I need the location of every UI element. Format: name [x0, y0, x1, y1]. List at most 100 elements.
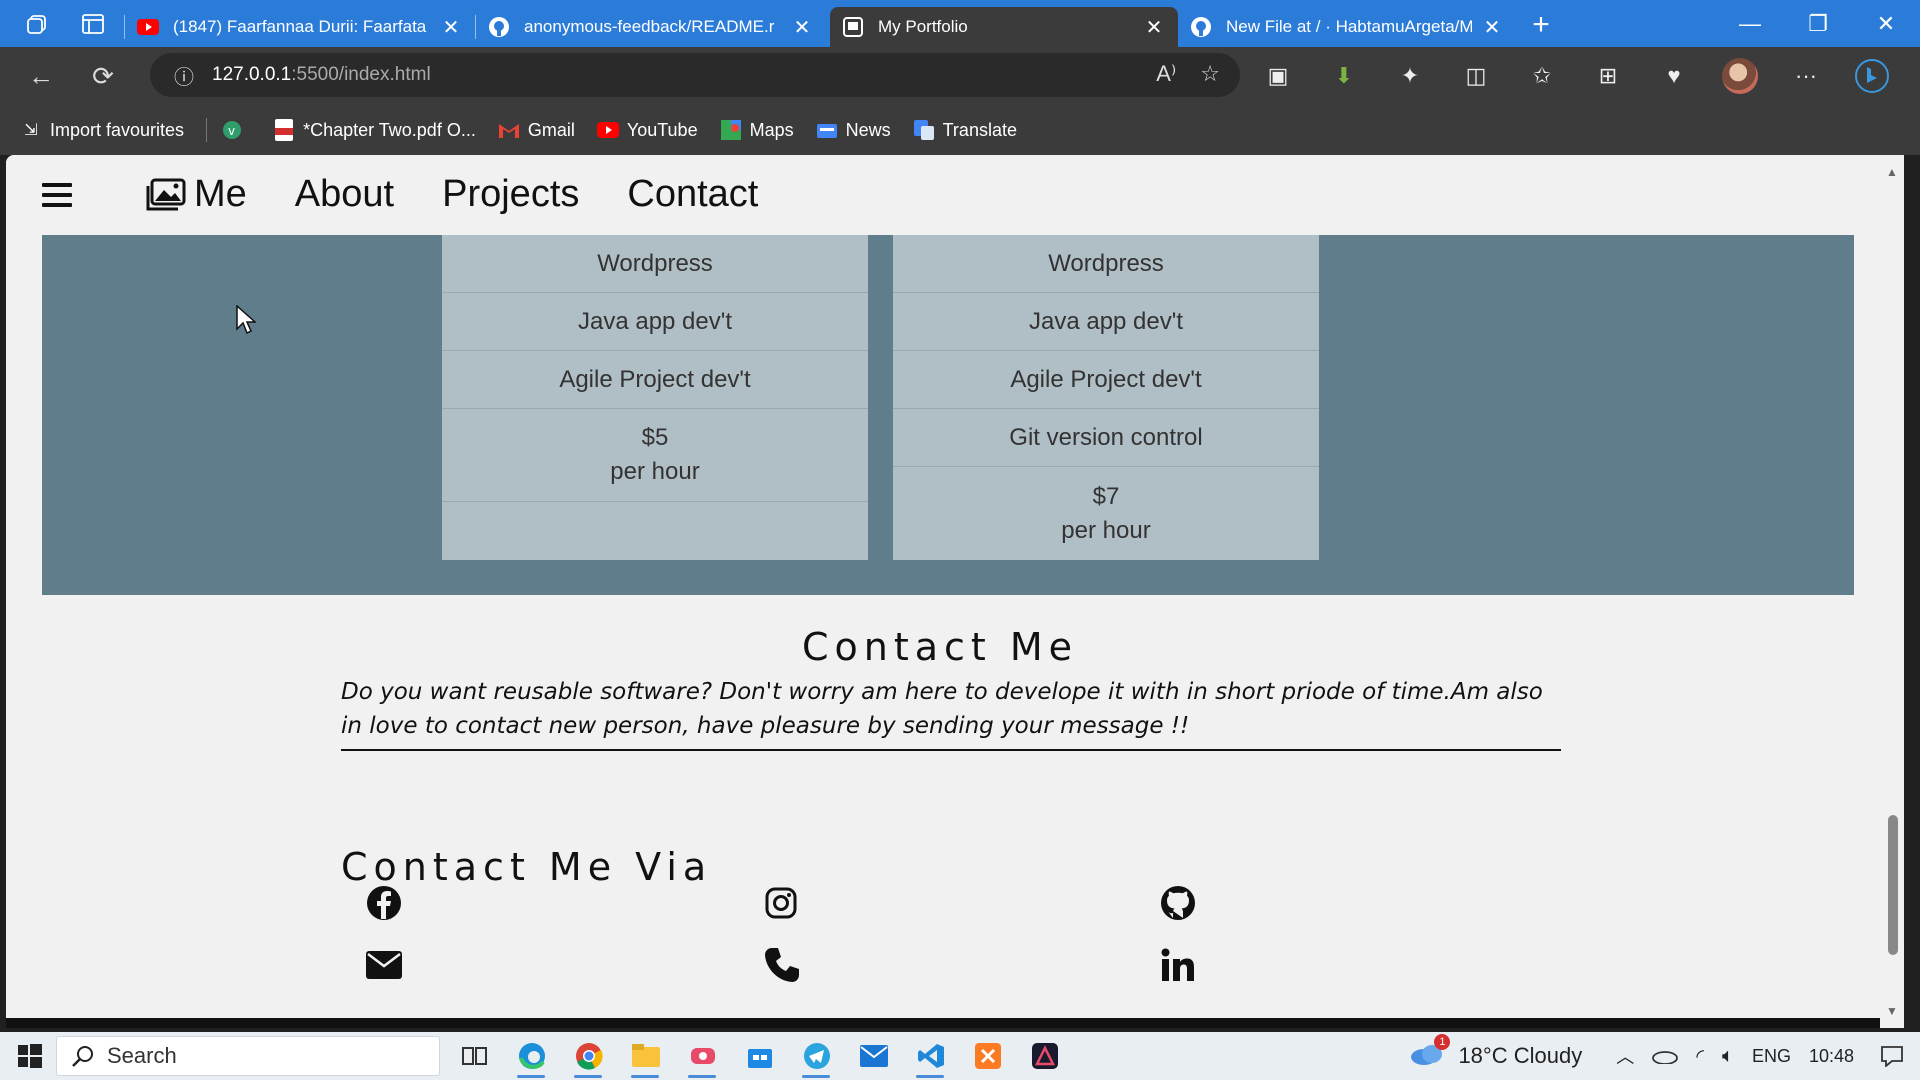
notifications-icon[interactable]	[1880, 1045, 1904, 1067]
store-icon[interactable]	[731, 1032, 788, 1080]
bookmark-chapter-two[interactable]: *Chapter Two.pdf O...	[273, 119, 476, 141]
footer-edge	[6, 1018, 1880, 1028]
tab-title: New File at / · HabtamuArgeta/M	[1226, 17, 1472, 36]
browser-tab-active[interactable]: My Portfolio ✕	[830, 7, 1178, 47]
extension-icon[interactable]: ▣	[1250, 52, 1306, 100]
weather-badge: 1	[1434, 1033, 1451, 1050]
scroll-down-icon[interactable]: ▼	[1886, 1004, 1898, 1018]
bookmark-gmail[interactable]: Gmail	[498, 119, 575, 141]
browser-essentials-icon[interactable]: ♥	[1646, 52, 1702, 100]
vscode-icon[interactable]	[902, 1032, 959, 1080]
language-indicator[interactable]: ENG	[1752, 1046, 1791, 1067]
bookmark-translate[interactable]: Translate	[913, 119, 1017, 141]
volume-icon[interactable]: 🔈︎	[1722, 1045, 1734, 1068]
onedrive-icon[interactable]	[1652, 1048, 1679, 1064]
download-icon[interactable]: ⬇	[1316, 52, 1372, 100]
favorite-star-icon[interactable]: ☆	[1200, 61, 1220, 87]
task-view-icon[interactable]	[446, 1032, 503, 1080]
chrome-icon[interactable]	[560, 1032, 617, 1080]
window-controls: — ❐ ✕	[1716, 0, 1920, 47]
browser-tab[interactable]: New File at / · HabtamuArgeta/M ✕	[1178, 7, 1516, 47]
bookmark-import-favourites[interactable]: ⇲ Import favourites	[20, 119, 184, 141]
tab-actions-icon[interactable]	[72, 3, 114, 45]
bookmark-news[interactable]: News	[816, 119, 891, 141]
pricing-price: $5 per hour	[442, 409, 868, 502]
address-bar[interactable]: ⓘ 127.0.0.1:5500/index.html A͏⁾ ☆	[150, 53, 1240, 97]
github-icon	[1190, 16, 1212, 38]
split-screen-icon[interactable]: ◫	[1448, 52, 1504, 100]
close-tab-icon[interactable]: ✕	[439, 15, 463, 40]
vivaldi-icon: v	[221, 119, 243, 141]
linkedin-icon[interactable]	[1158, 945, 1198, 985]
workspaces-icon[interactable]	[16, 3, 58, 45]
bookmark-maps[interactable]: Maps	[720, 119, 794, 141]
minimize-icon[interactable]: —	[1716, 0, 1784, 47]
bookmark-youtube[interactable]: YouTube	[596, 119, 698, 141]
scrollbar-thumb[interactable]	[1888, 815, 1898, 955]
bookmarks-bar: ⇲ Import favourites v *Chapter Two.pdf O.…	[0, 105, 1920, 155]
xampp-icon[interactable]	[959, 1032, 1016, 1080]
page-scrollbar[interactable]: ▲ ▼	[1880, 155, 1904, 1028]
pricing-price: $7 per hour	[893, 467, 1319, 560]
telegram-icon[interactable]	[788, 1032, 845, 1080]
weather-widget[interactable]: 1 18°C Cloudy	[1410, 1033, 1582, 1071]
read-aloud-icon[interactable]: A͏⁾	[1156, 61, 1176, 87]
nav-link-about[interactable]: About	[295, 173, 394, 216]
mouse-cursor-icon	[236, 305, 256, 335]
taskbar-apps	[446, 1032, 1073, 1080]
bookmark-vivaldi[interactable]: v	[221, 119, 251, 141]
nav-link-contact[interactable]: Contact	[627, 173, 758, 216]
pricing-feature: Agile Project dev't	[442, 351, 868, 409]
close-tab-icon[interactable]: ✕	[790, 15, 814, 40]
mail-icon[interactable]	[845, 1032, 902, 1080]
email-icon[interactable]	[364, 945, 404, 985]
translate-icon	[913, 119, 935, 141]
chevron-up-icon[interactable]: ︿	[1616, 1043, 1634, 1069]
browser-tab-bar: (1847) Faarfannaa Durii: Faarfata ✕ anon…	[0, 0, 1920, 47]
browser-tab[interactable]: (1847) Faarfannaa Durii: Faarfata ✕	[125, 7, 475, 47]
more-menu-icon[interactable]: ···	[1778, 52, 1834, 100]
close-tab-icon[interactable]: ✕	[1480, 15, 1504, 40]
edge-icon[interactable]	[503, 1032, 560, 1080]
close-tab-icon[interactable]: ✕	[1142, 15, 1166, 40]
cloud-icon: 1	[1410, 1033, 1451, 1071]
affinity-icon[interactable]	[1016, 1032, 1073, 1080]
back-icon[interactable]: ←	[10, 52, 72, 100]
favorites-icon[interactable]: ✩	[1514, 52, 1570, 100]
screen-recorder-icon[interactable]	[674, 1032, 731, 1080]
browser-tab[interactable]: anonymous-feedback/README.r ✕	[476, 7, 826, 47]
collections-icon[interactable]: ⊞	[1580, 52, 1636, 100]
clock[interactable]: 10:48	[1809, 1046, 1854, 1067]
extensions-icon[interactable]: ✦	[1382, 52, 1438, 100]
taskbar-search-input[interactable]: Search	[56, 1036, 440, 1076]
site-info-icon[interactable]: ⓘ	[174, 61, 194, 90]
facebook-icon[interactable]	[364, 883, 404, 923]
youtube-icon	[137, 16, 159, 38]
pricing-feature: Wordpress	[893, 235, 1319, 293]
price-amount: $5	[641, 424, 669, 451]
nav-link-projects[interactable]: Projects	[442, 173, 579, 216]
nav-brand-me[interactable]: Me	[146, 173, 247, 216]
pricing-feature: Wordpress	[442, 235, 868, 293]
profile-avatar[interactable]	[1712, 52, 1768, 100]
file-explorer-icon[interactable]	[617, 1032, 674, 1080]
bing-copilot-icon[interactable]	[1844, 52, 1900, 100]
nav-brand-label: Me	[194, 173, 247, 215]
refresh-icon[interactable]: ⟳	[72, 52, 134, 100]
new-tab-button[interactable]: +	[1516, 8, 1566, 42]
gallery-icon	[146, 178, 186, 210]
hamburger-menu-icon[interactable]	[42, 183, 72, 213]
instagram-icon[interactable]	[761, 883, 801, 923]
github-icon[interactable]	[1158, 883, 1198, 923]
pricing-section: Wordpress Java app dev't Agile Project d…	[42, 235, 1854, 595]
wifi-icon[interactable]: ◜	[1696, 1044, 1704, 1069]
phone-icon[interactable]	[762, 945, 802, 985]
pdf-icon	[273, 119, 295, 141]
close-window-icon[interactable]: ✕	[1852, 0, 1920, 47]
scroll-up-icon[interactable]: ▲	[1886, 165, 1898, 179]
github-icon	[488, 16, 510, 38]
system-tray: 1 18°C Cloudy ︿ ◜ 🔈︎ ENG 10:48	[1410, 1032, 1920, 1080]
restore-icon[interactable]: ❐	[1784, 0, 1852, 47]
windows-start-icon[interactable]	[4, 1032, 56, 1080]
maps-icon	[720, 119, 742, 141]
